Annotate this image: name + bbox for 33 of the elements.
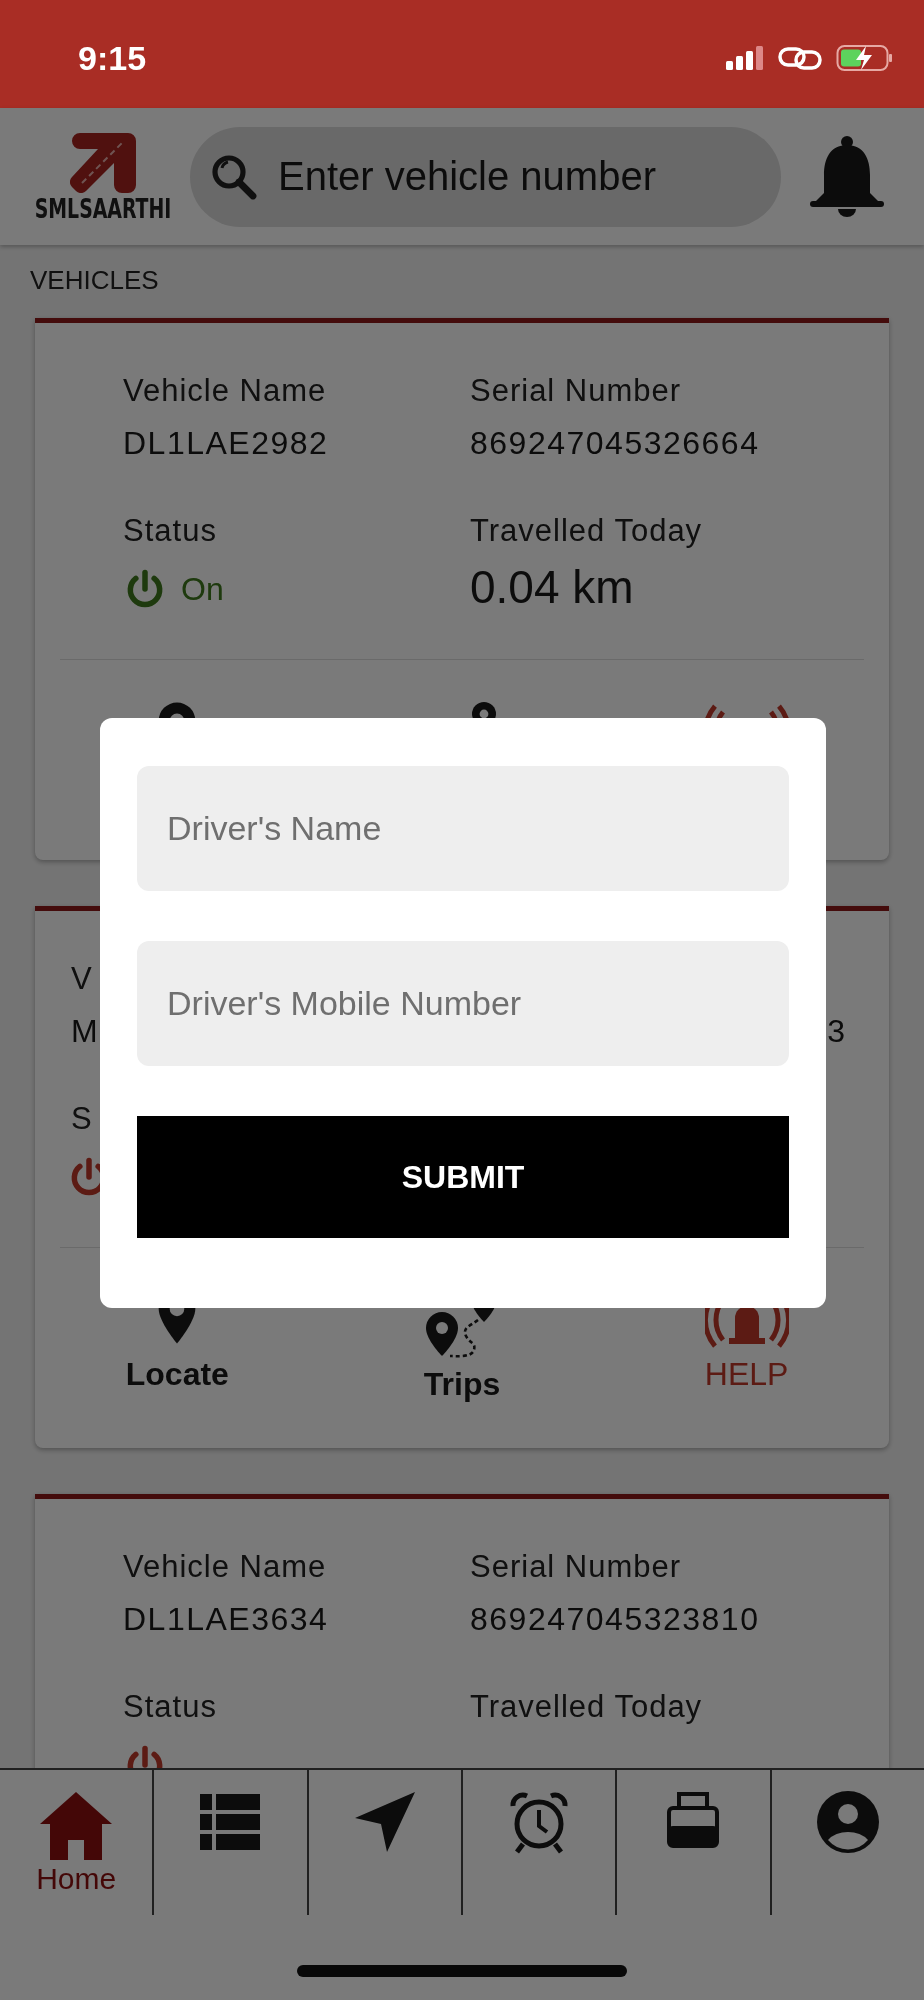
driver-mobile-field[interactable]: Driver's Mobile Number — [137, 941, 789, 1066]
vehicle-name-label: Vehicle Name — [123, 372, 327, 410]
vehicle-name-label: V — [71, 960, 93, 998]
home-tab[interactable]: Home — [0, 1770, 155, 1915]
serial-number: 3 — [827, 1012, 845, 1051]
profile-icon — [815, 1790, 880, 1854]
notification-bell-icon[interactable] — [808, 134, 886, 219]
logo-icon — [70, 132, 136, 193]
serial-number-label: Serial Number — [470, 372, 682, 410]
serial-number-label: Serial Number — [470, 1548, 682, 1586]
device-icon — [667, 1790, 720, 1850]
status-label: S — [71, 1100, 93, 1138]
travelled-distance: 0.04 km — [470, 561, 634, 613]
serial-number: 869247045326664 — [470, 424, 760, 463]
vehicle-name: DL1LAE2982 — [123, 424, 329, 463]
link-icon — [778, 45, 822, 71]
logo-text: SMLSAARTHI — [34, 193, 172, 224]
signal-icon — [726, 46, 764, 70]
travelled-today-label: Travelled Today — [470, 1688, 703, 1726]
status-value: On — [181, 570, 224, 608]
search-field[interactable]: Enter vehicle number — [190, 126, 781, 227]
status-label: Status — [123, 1688, 217, 1726]
status-time: 9:15 — [78, 37, 148, 78]
vehicle-name-label: Vehicle Name — [123, 1548, 327, 1586]
vehicle-name: DL1LAE3634 — [123, 1600, 329, 1639]
vehicle-name: M — [71, 1012, 98, 1051]
section-title: VEHICLES — [30, 265, 159, 296]
serial-number: 869247045323810 — [470, 1600, 760, 1639]
driver-name-field[interactable]: Driver's Name — [137, 766, 789, 891]
status-label: Status — [123, 512, 217, 550]
battery-charging-icon — [836, 44, 894, 72]
travelled-today-label: Travelled Today — [470, 512, 703, 550]
submit-button[interactable]: SUBMIT — [137, 1116, 789, 1238]
